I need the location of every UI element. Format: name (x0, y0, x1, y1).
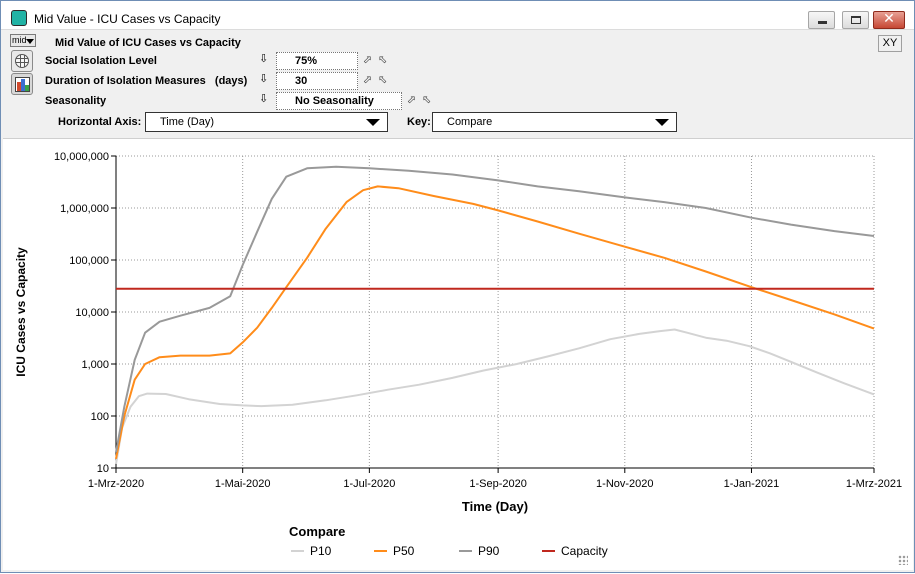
x-tick-label: 1-Nov-2020 (596, 478, 653, 490)
chart-header-title: Mid Value of ICU Cases vs Capacity (55, 37, 241, 49)
x-tick-label: 1-Sep-2020 (469, 478, 527, 490)
param-label-seasonality: Seasonality (45, 95, 107, 107)
mode-selector-value: mid (12, 35, 27, 45)
y-tick-label: 1,000,000 (60, 203, 109, 215)
x-tick-label: 1-Mai-2020 (215, 478, 271, 490)
key-select[interactable]: Compare (432, 112, 677, 132)
app-icon (11, 10, 27, 26)
resize-grip-icon[interactable] (898, 555, 908, 565)
app-window: Mid Value - ICU Cases vs Capacity ✕ mid … (0, 0, 915, 573)
xy-button[interactable]: XY (878, 35, 902, 52)
y-tick-label: 10,000 (75, 307, 109, 319)
table-icon (15, 54, 29, 68)
close-button[interactable]: ✕ (873, 11, 905, 29)
y-tick-label: 10 (97, 463, 109, 475)
open-diagram-icon[interactable]: ⬁ (378, 73, 387, 86)
x-tick-label: 1-Jul-2020 (343, 478, 395, 490)
legend-label-capacity: Capacity (561, 544, 608, 558)
param-label-social-isolation: Social Isolation Level (45, 55, 157, 67)
x-tick-label: 1-Jan-2021 (724, 478, 780, 490)
horizontal-axis-label: Horizontal Axis: (58, 116, 142, 128)
window-title: Mid Value - ICU Cases vs Capacity (34, 12, 221, 26)
horizontal-axis-select[interactable]: Time (Day) (145, 112, 388, 132)
down-arrow-icon[interactable]: ⇩ (259, 52, 268, 65)
chevron-down-icon (366, 119, 380, 126)
legend-title: Compare (289, 524, 345, 539)
param-value-duration[interactable]: 30 (276, 72, 358, 90)
down-arrow-icon[interactable]: ⇩ (259, 72, 268, 85)
y-tick-label: 10,000,000 (54, 151, 109, 163)
y-tick-label: 100,000 (69, 255, 109, 267)
minimize-button[interactable] (808, 11, 835, 29)
chart-icon (15, 77, 30, 92)
series-line-p50 (115, 185, 875, 459)
open-definition-icon[interactable]: ⬀ (363, 73, 372, 86)
x-axis-title: Time (Day) (462, 499, 528, 514)
plot-panel: 10 100 1,000 10,000 100,000 1,000,000 10,000,0… (3, 138, 913, 570)
param-label-duration: Duration of Isolation Measures (days) (45, 75, 248, 87)
open-definition-icon[interactable]: ⬀ (407, 93, 416, 106)
legend-label-p90: P90 (478, 544, 500, 558)
legend-label-p50: P50 (393, 544, 415, 558)
y-axis-title: ICU Cases vs Capacity (14, 247, 28, 377)
x-tick-label: 1-Mrz-2021 (846, 478, 902, 490)
close-icon: ✕ (883, 11, 895, 27)
open-diagram-icon[interactable]: ⬁ (422, 93, 431, 106)
chevron-down-icon (655, 119, 669, 126)
title-bar: Mid Value - ICU Cases vs Capacity ✕ (1, 1, 914, 30)
y-tick-label: 100 (91, 411, 109, 423)
open-diagram-icon[interactable]: ⬁ (378, 53, 387, 66)
key-label: Key: (407, 116, 431, 128)
param-value-seasonality[interactable]: No Seasonality (276, 92, 402, 110)
y-tick-label: 1,000 (81, 359, 109, 371)
param-value-social-isolation[interactable]: 75% (276, 52, 358, 70)
horizontal-axis-value: Time (Day) (160, 116, 214, 128)
open-definition-icon[interactable]: ⬀ (363, 53, 372, 66)
graph-view-button[interactable] (11, 73, 33, 95)
minimize-icon (818, 21, 827, 24)
mode-selector[interactable]: mid (10, 34, 36, 47)
maximize-icon (851, 16, 861, 24)
down-arrow-icon[interactable]: ⇩ (259, 92, 268, 105)
legend-label-p10: P10 (310, 544, 332, 558)
chart-svg: 10 100 1,000 10,000 100,000 1,000,000 10,000,0… (14, 151, 902, 558)
chevron-down-icon (26, 39, 34, 44)
table-view-button[interactable] (11, 50, 33, 72)
series-line-p10 (115, 328, 875, 465)
key-value: Compare (447, 116, 493, 128)
maximize-button[interactable] (842, 11, 869, 29)
x-tick-label: 1-Mrz-2020 (88, 478, 144, 490)
